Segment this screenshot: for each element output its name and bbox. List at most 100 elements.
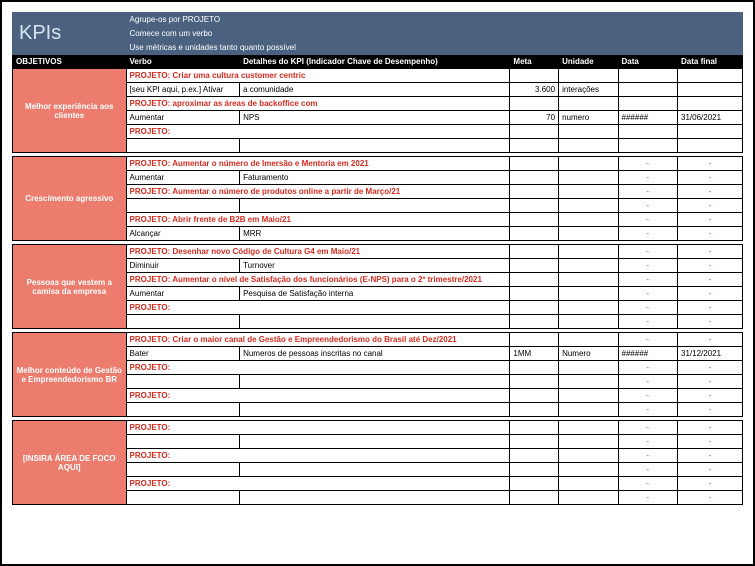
proj-2-1[interactable]: PROJETO: Aumentar o número de Imersão e … — [126, 157, 510, 171]
cell-det[interactable]: a comunidade — [240, 83, 510, 97]
cell-verbo[interactable]: Aumentar — [126, 287, 240, 301]
cell[interactable] — [510, 157, 559, 171]
cell[interactable] — [240, 139, 510, 153]
cell-dash[interactable]: - — [618, 287, 677, 301]
cell[interactable] — [559, 403, 618, 417]
cell-dash[interactable]: - — [678, 315, 743, 329]
cell[interactable] — [240, 315, 510, 329]
cell-verbo[interactable]: Aumentar — [126, 171, 240, 185]
proj-5-1[interactable]: PROJETO: — [126, 421, 510, 435]
cell[interactable] — [510, 185, 559, 199]
cell-verbo[interactable]: [seu KPI aqui, p.ex.] Ativar — [126, 83, 240, 97]
cell-dash[interactable]: - — [678, 259, 743, 273]
cell[interactable] — [510, 375, 559, 389]
cell-dash[interactable]: - — [678, 185, 743, 199]
cell-data[interactable]: ###### — [618, 111, 677, 125]
cell-unid[interactable]: Numero — [559, 347, 618, 361]
cell-meta[interactable]: 3.600 — [510, 83, 559, 97]
cell-det[interactable]: Turnover — [240, 259, 510, 273]
cell[interactable] — [559, 449, 618, 463]
cell-dash[interactable]: - — [678, 389, 743, 403]
cell-dash[interactable]: - — [678, 477, 743, 491]
cell-verbo[interactable]: Diminuir — [126, 259, 240, 273]
cell[interactable] — [559, 463, 618, 477]
cell[interactable] — [678, 97, 743, 111]
cell-dash[interactable]: - — [678, 333, 743, 347]
cell-dash[interactable]: - — [678, 157, 743, 171]
cell[interactable] — [678, 139, 743, 153]
cell[interactable] — [240, 463, 510, 477]
cell[interactable] — [618, 97, 677, 111]
cell[interactable] — [678, 83, 743, 97]
cell[interactable] — [559, 273, 618, 287]
cell-dash[interactable]: - — [678, 199, 743, 213]
proj-5-3[interactable]: PROJETO: — [126, 477, 510, 491]
cell-dash[interactable]: - — [618, 389, 677, 403]
cell[interactable] — [510, 361, 559, 375]
cell[interactable] — [510, 227, 559, 241]
cell[interactable] — [240, 375, 510, 389]
cell-dash[interactable]: - — [678, 435, 743, 449]
cell[interactable] — [510, 315, 559, 329]
cell-meta[interactable]: 1MM — [510, 347, 559, 361]
cell-det[interactable]: Pesquisa de Satisfação interna — [240, 287, 510, 301]
cell[interactable] — [559, 315, 618, 329]
cell[interactable] — [126, 403, 240, 417]
proj-4-2[interactable]: PROJETO: — [126, 361, 510, 375]
cell[interactable] — [510, 287, 559, 301]
cell[interactable] — [559, 301, 618, 315]
cell-dash[interactable]: - — [618, 259, 677, 273]
proj-1-3[interactable]: PROJETO: — [126, 125, 510, 139]
cell-dash[interactable]: - — [618, 245, 677, 259]
cell[interactable] — [240, 403, 510, 417]
cell-dash[interactable]: - — [618, 449, 677, 463]
cell-dash[interactable]: - — [618, 301, 677, 315]
cell[interactable] — [559, 375, 618, 389]
proj-3-3[interactable]: PROJETO: — [126, 301, 510, 315]
cell[interactable] — [559, 421, 618, 435]
cell[interactable] — [559, 389, 618, 403]
cell-dash[interactable]: - — [678, 273, 743, 287]
cell-dash[interactable]: - — [678, 449, 743, 463]
cell[interactable] — [559, 259, 618, 273]
cell[interactable] — [126, 491, 240, 505]
cell-dash[interactable]: - — [618, 491, 677, 505]
cell[interactable] — [510, 273, 559, 287]
cell-dash[interactable]: - — [678, 245, 743, 259]
cell[interactable] — [510, 97, 559, 111]
cell-dash[interactable]: - — [618, 477, 677, 491]
cell[interactable] — [559, 171, 618, 185]
cell[interactable] — [126, 199, 240, 213]
cell-meta[interactable]: 70 — [510, 111, 559, 125]
proj-1-1[interactable]: PROJETO: Criar uma cultura customer cent… — [126, 69, 510, 83]
cell[interactable] — [510, 403, 559, 417]
cell-dash[interactable]: - — [618, 213, 677, 227]
cell[interactable] — [240, 199, 510, 213]
cell-det[interactable]: MRR — [240, 227, 510, 241]
cell[interactable] — [559, 435, 618, 449]
cell[interactable] — [559, 185, 618, 199]
cell-verbo[interactable]: Aumentar — [126, 111, 240, 125]
cell[interactable] — [559, 491, 618, 505]
cell[interactable] — [559, 287, 618, 301]
cell-dash[interactable]: - — [618, 185, 677, 199]
proj-3-2[interactable]: PROJETO: Aumentar o nível de Satisfação … — [126, 273, 510, 287]
cell-dash[interactable]: - — [678, 171, 743, 185]
cell[interactable] — [126, 375, 240, 389]
proj-2-3[interactable]: PROJETO: Abrir frente de B2B em Maio/21 — [126, 213, 510, 227]
cell-dash[interactable]: - — [678, 403, 743, 417]
cell[interactable] — [510, 69, 559, 83]
cell[interactable] — [510, 449, 559, 463]
cell-dash[interactable]: - — [618, 227, 677, 241]
cell[interactable] — [510, 125, 559, 139]
cell-verbo[interactable]: Alcançar — [126, 227, 240, 241]
cell[interactable] — [126, 315, 240, 329]
cell[interactable] — [559, 157, 618, 171]
proj-1-2[interactable]: PROJETO: aproximar as áreas de backoffic… — [126, 97, 510, 111]
cell[interactable] — [240, 435, 510, 449]
cell[interactable] — [510, 259, 559, 273]
cell[interactable] — [510, 171, 559, 185]
cell-dash[interactable]: - — [678, 301, 743, 315]
cell-dash[interactable]: - — [678, 287, 743, 301]
cell-dash[interactable]: - — [678, 227, 743, 241]
